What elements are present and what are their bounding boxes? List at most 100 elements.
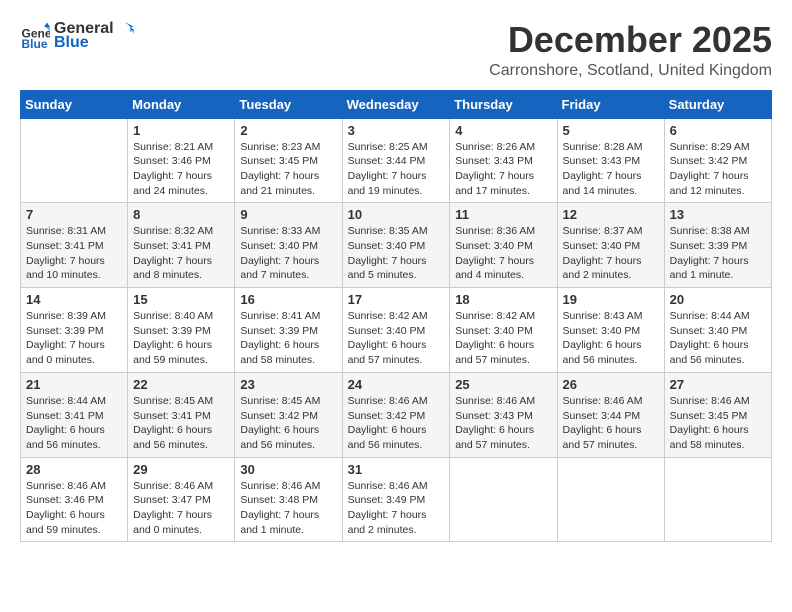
day-number: 27: [670, 377, 766, 392]
calendar-cell: 16Sunrise: 8:41 AMSunset: 3:39 PMDayligh…: [235, 288, 342, 373]
day-number: 31: [348, 462, 445, 477]
calendar-cell: 28 Sunrise: 8:46 AMSunset: 3:46 PMDayligh…: [21, 457, 128, 542]
calendar-cell: 22Sunrise: 8:45 AMSunset: 3:41 PMDayligh…: [128, 372, 235, 457]
calendar-cell: 13Sunrise: 8:38 AMSunset: 3:39 PMDayligh…: [664, 203, 771, 288]
day-number: 8: [133, 207, 229, 222]
day-number: 28: [26, 462, 122, 477]
day-content: Sunrise: 8:33 AMSunset: 3:40 PMDaylight:…: [240, 224, 336, 283]
day-number: 20: [670, 292, 766, 307]
calendar-header-row: SundayMondayTuesdayWednesdayThursdayFrid…: [21, 90, 772, 118]
day-content: Sunrise: 8:36 AMSunset: 3:40 PMDaylight:…: [455, 224, 551, 283]
calendar-week-row: 1 Sunrise: 8:21 AMSunset: 3:46 PMDaylight…: [21, 118, 772, 203]
header-monday: Monday: [128, 90, 235, 118]
day-content: Sunrise: 8:28 AMSunset: 3:43 PMDaylight:…: [563, 140, 659, 199]
day-number: 18: [455, 292, 551, 307]
day-content: Sunrise: 8:46 AMSunset: 3:49 PMDaylight:…: [348, 479, 445, 538]
title-section: December 2025 Carronshore, Scotland, Uni…: [489, 20, 772, 80]
day-content: Sunrise: 8:29 AMSunset: 3:42 PMDaylight:…: [670, 140, 766, 199]
header-friday: Friday: [557, 90, 664, 118]
day-number: 10: [348, 207, 445, 222]
day-number: 13: [670, 207, 766, 222]
day-content: Sunrise: 8:25 AMSunset: 3:44 PMDaylight:…: [348, 140, 445, 199]
calendar-cell: 18 Sunrise: 8:42 AMSunset: 3:40 PMDayligh…: [450, 288, 557, 373]
calendar-cell: [21, 118, 128, 203]
day-number: 7: [26, 207, 122, 222]
day-content: Sunrise: 8:21 AMSunset: 3:46 PMDaylight:…: [133, 140, 229, 199]
calendar-cell: 3 Sunrise: 8:25 AMSunset: 3:44 PMDaylight…: [342, 118, 450, 203]
day-number: 9: [240, 207, 336, 222]
calendar-cell: 25Sunrise: 8:46 AMSunset: 3:43 PMDayligh…: [450, 372, 557, 457]
day-content: Sunrise: 8:42 AMSunset: 3:40 PMDaylight:…: [348, 309, 445, 368]
calendar-cell: 2 Sunrise: 8:23 AMSunset: 3:45 PMDaylight…: [235, 118, 342, 203]
day-number: 3: [348, 123, 445, 138]
logo-icon: General Blue: [20, 21, 50, 51]
day-number: 6: [670, 123, 766, 138]
calendar-week-row: 28 Sunrise: 8:46 AMSunset: 3:46 PMDayligh…: [21, 457, 772, 542]
day-content: Sunrise: 8:46 AMSunset: 3:48 PMDaylight:…: [240, 479, 336, 538]
day-number: 26: [563, 377, 659, 392]
day-content: Sunrise: 8:44 AMSunset: 3:41 PMDaylight:…: [26, 394, 122, 453]
day-content: Sunrise: 8:42 AMSunset: 3:40 PMDaylight:…: [455, 309, 551, 368]
page-header: General Blue General Blue December 2025 …: [20, 20, 772, 80]
day-number: 14: [26, 292, 122, 307]
day-content: Sunrise: 8:26 AMSunset: 3:43 PMDaylight:…: [455, 140, 551, 199]
calendar-cell: [664, 457, 771, 542]
day-number: 4: [455, 123, 551, 138]
day-content: Sunrise: 8:43 AMSunset: 3:40 PMDaylight:…: [563, 309, 659, 368]
day-number: 1: [133, 123, 229, 138]
day-content: Sunrise: 8:46 AMSunset: 3:43 PMDaylight:…: [455, 394, 551, 453]
day-number: 15: [133, 292, 229, 307]
day-content: Sunrise: 8:41 AMSunset: 3:39 PMDaylight:…: [240, 309, 336, 368]
calendar-cell: 14 Sunrise: 8:39 AMSunset: 3:39 PMDayligh…: [21, 288, 128, 373]
month-title: December 2025: [489, 20, 772, 60]
day-number: 12: [563, 207, 659, 222]
day-content: Sunrise: 8:32 AMSunset: 3:41 PMDaylight:…: [133, 224, 229, 283]
day-content: Sunrise: 8:46 AMSunset: 3:45 PMDaylight:…: [670, 394, 766, 453]
calendar-table: SundayMondayTuesdayWednesdayThursdayFrid…: [20, 90, 772, 543]
calendar-cell: 6 Sunrise: 8:29 AMSunset: 3:42 PMDaylight…: [664, 118, 771, 203]
day-number: 11: [455, 207, 551, 222]
day-content: Sunrise: 8:46 AMSunset: 3:46 PMDaylight:…: [26, 479, 122, 538]
day-content: Sunrise: 8:31 AMSunset: 3:41 PMDaylight:…: [26, 224, 122, 283]
header-thursday: Thursday: [450, 90, 557, 118]
calendar-cell: 21Sunrise: 8:44 AMSunset: 3:41 PMDayligh…: [21, 372, 128, 457]
calendar-cell: 10 Sunrise: 8:35 AMSunset: 3:40 PMDayligh…: [342, 203, 450, 288]
calendar-cell: 27 Sunrise: 8:46 AMSunset: 3:45 PMDayligh…: [664, 372, 771, 457]
header-saturday: Saturday: [664, 90, 771, 118]
logo: General Blue General Blue: [20, 20, 134, 52]
day-content: Sunrise: 8:46 AMSunset: 3:42 PMDaylight:…: [348, 394, 445, 453]
header-sunday: Sunday: [21, 90, 128, 118]
day-content: Sunrise: 8:37 AMSunset: 3:40 PMDaylight:…: [563, 224, 659, 283]
calendar-cell: 30Sunrise: 8:46 AMSunset: 3:48 PMDayligh…: [235, 457, 342, 542]
day-content: Sunrise: 8:46 AMSunset: 3:44 PMDaylight:…: [563, 394, 659, 453]
day-content: Sunrise: 8:23 AMSunset: 3:45 PMDaylight:…: [240, 140, 336, 199]
calendar-week-row: 14 Sunrise: 8:39 AMSunset: 3:39 PMDayligh…: [21, 288, 772, 373]
logo-bird-icon: [116, 20, 134, 38]
day-number: 24: [348, 377, 445, 392]
calendar-cell: 4 Sunrise: 8:26 AMSunset: 3:43 PMDaylight…: [450, 118, 557, 203]
header-tuesday: Tuesday: [235, 90, 342, 118]
calendar-cell: 17Sunrise: 8:42 AMSunset: 3:40 PMDayligh…: [342, 288, 450, 373]
calendar-cell: 29Sunrise: 8:46 AMSunset: 3:47 PMDayligh…: [128, 457, 235, 542]
calendar-cell: 23Sunrise: 8:45 AMSunset: 3:42 PMDayligh…: [235, 372, 342, 457]
day-number: 29: [133, 462, 229, 477]
day-content: Sunrise: 8:40 AMSunset: 3:39 PMDaylight:…: [133, 309, 229, 368]
calendar-cell: 24 Sunrise: 8:46 AMSunset: 3:42 PMDayligh…: [342, 372, 450, 457]
calendar-cell: 11 Sunrise: 8:36 AMSunset: 3:40 PMDayligh…: [450, 203, 557, 288]
calendar-cell: 5 Sunrise: 8:28 AMSunset: 3:43 PMDaylight…: [557, 118, 664, 203]
calendar-cell: 1 Sunrise: 8:21 AMSunset: 3:46 PMDaylight…: [128, 118, 235, 203]
calendar-cell: [450, 457, 557, 542]
calendar-cell: 26 Sunrise: 8:46 AMSunset: 3:44 PMDayligh…: [557, 372, 664, 457]
day-content: Sunrise: 8:44 AMSunset: 3:40 PMDaylight:…: [670, 309, 766, 368]
day-number: 2: [240, 123, 336, 138]
calendar-cell: 19 Sunrise: 8:43 AMSunset: 3:40 PMDayligh…: [557, 288, 664, 373]
day-content: Sunrise: 8:45 AMSunset: 3:42 PMDaylight:…: [240, 394, 336, 453]
day-content: Sunrise: 8:39 AMSunset: 3:39 PMDaylight:…: [26, 309, 122, 368]
calendar-cell: 20 Sunrise: 8:44 AMSunset: 3:40 PMDayligh…: [664, 288, 771, 373]
calendar-cell: 9 Sunrise: 8:33 AMSunset: 3:40 PMDaylight…: [235, 203, 342, 288]
svg-text:Blue: Blue: [22, 37, 48, 51]
calendar-cell: 12 Sunrise: 8:37 AMSunset: 3:40 PMDayligh…: [557, 203, 664, 288]
day-number: 19: [563, 292, 659, 307]
day-content: Sunrise: 8:35 AMSunset: 3:40 PMDaylight:…: [348, 224, 445, 283]
day-number: 5: [563, 123, 659, 138]
